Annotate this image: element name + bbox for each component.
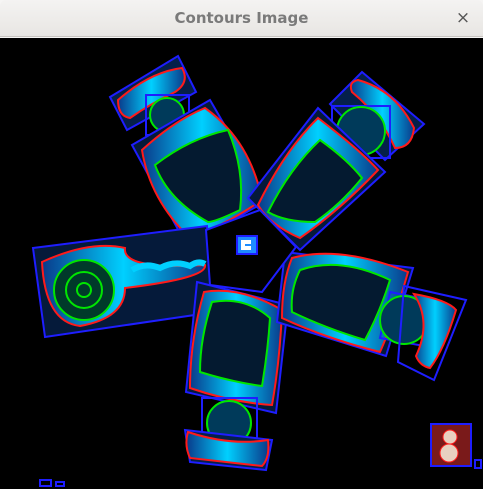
bbox-edge-mark xyxy=(474,459,482,469)
arm-bottom xyxy=(183,280,290,472)
arm-left xyxy=(31,224,217,339)
inner-body-bottom xyxy=(198,299,272,388)
window-title: Contours Image xyxy=(174,9,309,27)
contours-image xyxy=(31,54,482,487)
title-bar[interactable]: Contours Image × xyxy=(0,0,483,37)
blob-top xyxy=(442,429,458,445)
bbox-small-left-1 xyxy=(39,479,52,487)
bbox-small-left-2 xyxy=(55,481,65,487)
contour-target-left xyxy=(53,259,115,321)
blob-bottom xyxy=(439,443,459,463)
arm-right xyxy=(275,250,468,382)
object-bottom-right xyxy=(430,423,482,469)
window: Contours Image × xyxy=(0,0,483,489)
hub-marker xyxy=(236,235,258,255)
image-canvas xyxy=(0,38,483,489)
arm-top-right xyxy=(246,70,426,252)
object-bottom-left xyxy=(39,479,65,487)
close-icon[interactable]: × xyxy=(451,6,475,30)
